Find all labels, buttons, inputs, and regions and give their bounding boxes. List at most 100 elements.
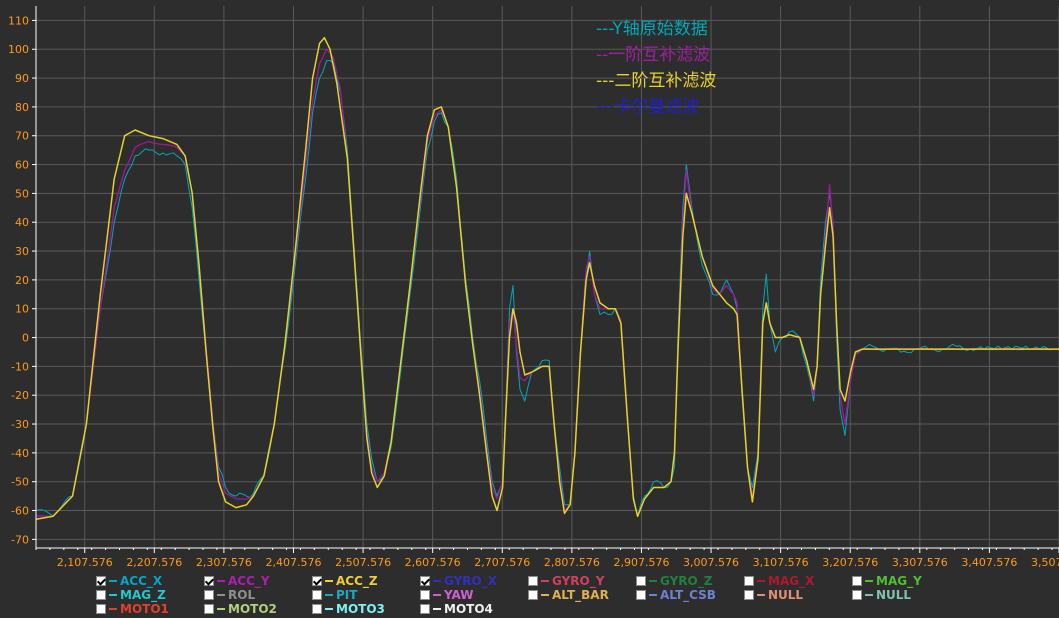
channel-label: ALT_BAR (552, 588, 609, 602)
checkbox-unchecked[interactable] (96, 604, 106, 614)
channel-label: ROL (228, 588, 256, 602)
series-swatch (865, 594, 873, 596)
channel-label: MOTO3 (336, 602, 385, 616)
series-swatch (217, 580, 225, 582)
plot-background (0, 0, 1059, 570)
channel-toggle[interactable]: ACC_Z (312, 574, 378, 588)
series-swatch (109, 594, 117, 596)
y-tick-label: -10 (11, 360, 29, 373)
channel-label: ACC_X (120, 574, 163, 588)
checkbox-unchecked[interactable] (312, 604, 322, 614)
channel-toggle[interactable]: MAG_Z (96, 588, 166, 602)
y-tick-label: -20 (11, 389, 29, 402)
x-tick-label: 2,907.576 (613, 556, 669, 569)
channel-toggle[interactable]: MOTO1 (96, 602, 169, 616)
channel-toggle[interactable]: ROL (204, 588, 255, 602)
y-tick-label: 60 (15, 159, 29, 172)
checkbox-unchecked[interactable] (636, 576, 646, 586)
checkbox-unchecked[interactable] (528, 576, 538, 586)
channel-toggle[interactable]: MAG_X (744, 574, 814, 588)
series-swatch (325, 608, 333, 610)
checkbox-unchecked[interactable] (528, 590, 538, 600)
channel-toggle[interactable]: YAW (420, 588, 474, 602)
y-tick-label: 40 (15, 216, 29, 229)
series-swatch (649, 580, 657, 582)
x-tick-label: 3,307.576 (892, 556, 948, 569)
y-tick-label: -70 (11, 533, 29, 546)
checkbox-unchecked[interactable] (312, 590, 322, 600)
channel-label: ALT_CSB (660, 588, 716, 602)
legend-entry: --一阶互补滤波 (596, 45, 710, 65)
channel-label: GYRO_X (444, 574, 497, 588)
channel-label: MOTO1 (120, 602, 169, 616)
y-tick-label: -50 (11, 476, 29, 489)
channel-toggle[interactable]: GYRO_Z (636, 574, 712, 588)
x-tick-label: 3,407.576 (961, 556, 1017, 569)
channel-toggle[interactable]: PIT (312, 588, 357, 602)
series-swatch (217, 594, 225, 596)
series-swatch (757, 580, 765, 582)
channel-toggle[interactable]: ALT_CSB (636, 588, 716, 602)
x-tick-label: 2,507.576 (335, 556, 391, 569)
checkbox-checked[interactable] (312, 576, 322, 586)
channel-toggle[interactable]: MOTO4 (420, 602, 493, 616)
checkbox-unchecked[interactable] (420, 604, 430, 614)
channel-label: MOTO4 (444, 602, 493, 616)
y-tick-label: 70 (15, 130, 29, 143)
checkbox-unchecked[interactable] (636, 590, 646, 600)
series-swatch (109, 608, 117, 610)
channel-label: MAG_Z (120, 588, 166, 602)
checkbox-unchecked[interactable] (852, 590, 862, 600)
channel-label: ACC_Y (228, 574, 270, 588)
checkbox-checked[interactable] (204, 576, 214, 586)
checkbox-unchecked[interactable] (420, 590, 430, 600)
x-tick-label: 2,107.576 (57, 556, 113, 569)
series-swatch (433, 608, 441, 610)
checkbox-unchecked[interactable] (204, 590, 214, 600)
channel-toggle[interactable]: ACC_X (96, 574, 162, 588)
channel-toggle[interactable]: GYRO_X (420, 574, 497, 588)
series-swatch (541, 580, 549, 582)
y-tick-label: -60 (11, 505, 29, 518)
checkbox-unchecked[interactable] (852, 576, 862, 586)
y-tick-label: -30 (11, 418, 29, 431)
series-swatch (325, 594, 333, 596)
x-tick-label: 2,307.576 (196, 556, 252, 569)
channel-label: MAG_X (768, 574, 815, 588)
y-tick-label: 100 (8, 43, 29, 56)
x-tick-label: 3,507.576 (1031, 556, 1059, 569)
channel-toggle[interactable]: NULL (744, 588, 803, 602)
channel-toggle[interactable]: MOTO3 (312, 602, 385, 616)
checkbox-unchecked[interactable] (744, 590, 754, 600)
channel-row-2: MAG_Z ROL PIT YAW ALT_BAR ALT_CSB NULL NULL (0, 588, 1059, 602)
channel-toggle[interactable]: ALT_BAR (528, 588, 609, 602)
checkbox-checked[interactable] (420, 576, 430, 586)
channel-toggle[interactable]: GYRO_Y (528, 574, 604, 588)
y-tick-label: 0 (22, 332, 29, 345)
checkbox-unchecked[interactable] (96, 590, 106, 600)
channel-toggle[interactable]: MOTO2 (204, 602, 277, 616)
checkbox-unchecked[interactable] (204, 604, 214, 614)
x-tick-label: 3,207.576 (822, 556, 878, 569)
channel-toggle[interactable]: MAG_Y (852, 574, 922, 588)
legend-entry: ---Y轴原始数据 (596, 19, 708, 39)
y-tick-label: 110 (8, 14, 29, 27)
channel-selector-panel: ACC_X ACC_Y ACC_Z GYRO_X GYRO_Y GYRO_Z MAG_X MA… (0, 570, 1059, 618)
checkbox-unchecked[interactable] (744, 576, 754, 586)
series-swatch (217, 608, 225, 610)
channel-toggle[interactable]: ACC_Y (204, 574, 270, 588)
x-tick-label: 3,007.576 (683, 556, 739, 569)
series-swatch (433, 594, 441, 596)
series-swatch (649, 594, 657, 596)
series-swatch (109, 580, 117, 582)
channel-toggle[interactable]: NULL (852, 588, 911, 602)
checkbox-checked[interactable] (96, 576, 106, 586)
series-swatch (325, 580, 333, 582)
channel-label: MOTO2 (228, 602, 277, 616)
y-tick-label: 80 (15, 101, 29, 114)
line-chart: 1101009080706050403020100-10-20-30-40-50… (0, 0, 1059, 570)
channel-label: GYRO_Z (660, 574, 713, 588)
channel-label: YAW (444, 588, 474, 602)
series-swatch (541, 594, 549, 596)
series-swatch (757, 594, 765, 596)
